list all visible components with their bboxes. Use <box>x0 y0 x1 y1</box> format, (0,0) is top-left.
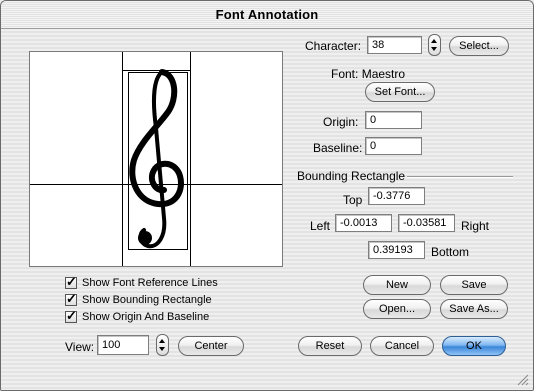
save-as-button[interactable]: Save As... <box>440 299 508 319</box>
view-label: View: <box>65 340 95 354</box>
open-button[interactable]: Open... <box>363 299 431 319</box>
right-field[interactable]: -0.03581 <box>398 214 455 232</box>
show-font-reference-lines-label[interactable]: Show Font Reference Lines <box>82 277 218 289</box>
show-font-reference-lines-checkbox[interactable]: ✓ <box>65 274 77 289</box>
bottom-label: Bottom <box>431 245 470 259</box>
save-button[interactable]: Save <box>440 275 508 295</box>
resize-grip-icon[interactable] <box>515 372 529 386</box>
stepper-down-icon[interactable] <box>159 347 165 351</box>
checkmark-icon: ✓ <box>66 274 77 289</box>
set-font-button[interactable]: Set Font... <box>365 82 435 102</box>
checkmark-icon: ✓ <box>66 308 77 323</box>
stepper-down-icon[interactable] <box>431 47 437 51</box>
font-label-text: Font: <box>331 67 359 81</box>
title-bar[interactable]: Font Annotation <box>1 1 533 29</box>
cancel-button[interactable]: Cancel <box>370 336 434 356</box>
character-label: Character: <box>305 39 362 53</box>
window-title: Font Annotation <box>215 7 319 22</box>
glyph-preview[interactable] <box>29 51 283 267</box>
show-origin-and-baseline-label[interactable]: Show Origin And Baseline <box>82 311 209 323</box>
show-bounding-rectangle-label[interactable]: Show Bounding Rectangle <box>82 294 212 306</box>
right-label: Right <box>461 219 490 233</box>
new-button[interactable]: New <box>363 275 431 295</box>
stepper-up-icon[interactable] <box>159 339 165 343</box>
bottom-field[interactable]: 0.39193 <box>368 241 425 259</box>
show-bounding-rectangle-checkbox[interactable]: ✓ <box>65 291 77 306</box>
bounding-rectangle-divider <box>407 176 513 178</box>
select-button[interactable]: Select... <box>449 36 509 56</box>
origin-field[interactable]: 0 <box>365 111 422 129</box>
center-button[interactable]: Center <box>178 336 244 356</box>
character-field[interactable]: 38 <box>367 36 422 54</box>
font-annotation-dialog: Font Annotation Character: 38 Select... … <box>0 0 534 391</box>
show-origin-and-baseline-checkbox[interactable]: ✓ <box>65 308 77 323</box>
font-name: Maestro <box>361 67 406 81</box>
stepper-up-icon[interactable] <box>431 39 437 43</box>
baseline-field[interactable]: 0 <box>365 137 422 155</box>
origin-label: Origin: <box>323 115 359 129</box>
ok-button[interactable]: OK <box>442 336 506 356</box>
baseline-label: Baseline: <box>313 141 363 155</box>
character-stepper[interactable] <box>428 34 441 56</box>
bounding-rectangle-heading: Bounding Rectangle <box>297 169 406 183</box>
view-field[interactable]: 100 <box>97 335 149 355</box>
top-label: Top <box>343 193 363 207</box>
reset-button[interactable]: Reset <box>298 336 362 356</box>
font-label: Font: Maestro <box>331 67 405 81</box>
view-stepper[interactable] <box>156 334 169 356</box>
top-field[interactable]: -0.3776 <box>368 187 425 205</box>
left-label: Left <box>310 219 331 233</box>
treble-clef-glyph <box>118 68 198 258</box>
left-field[interactable]: -0.0013 <box>335 214 392 232</box>
checkmark-icon: ✓ <box>66 291 77 306</box>
